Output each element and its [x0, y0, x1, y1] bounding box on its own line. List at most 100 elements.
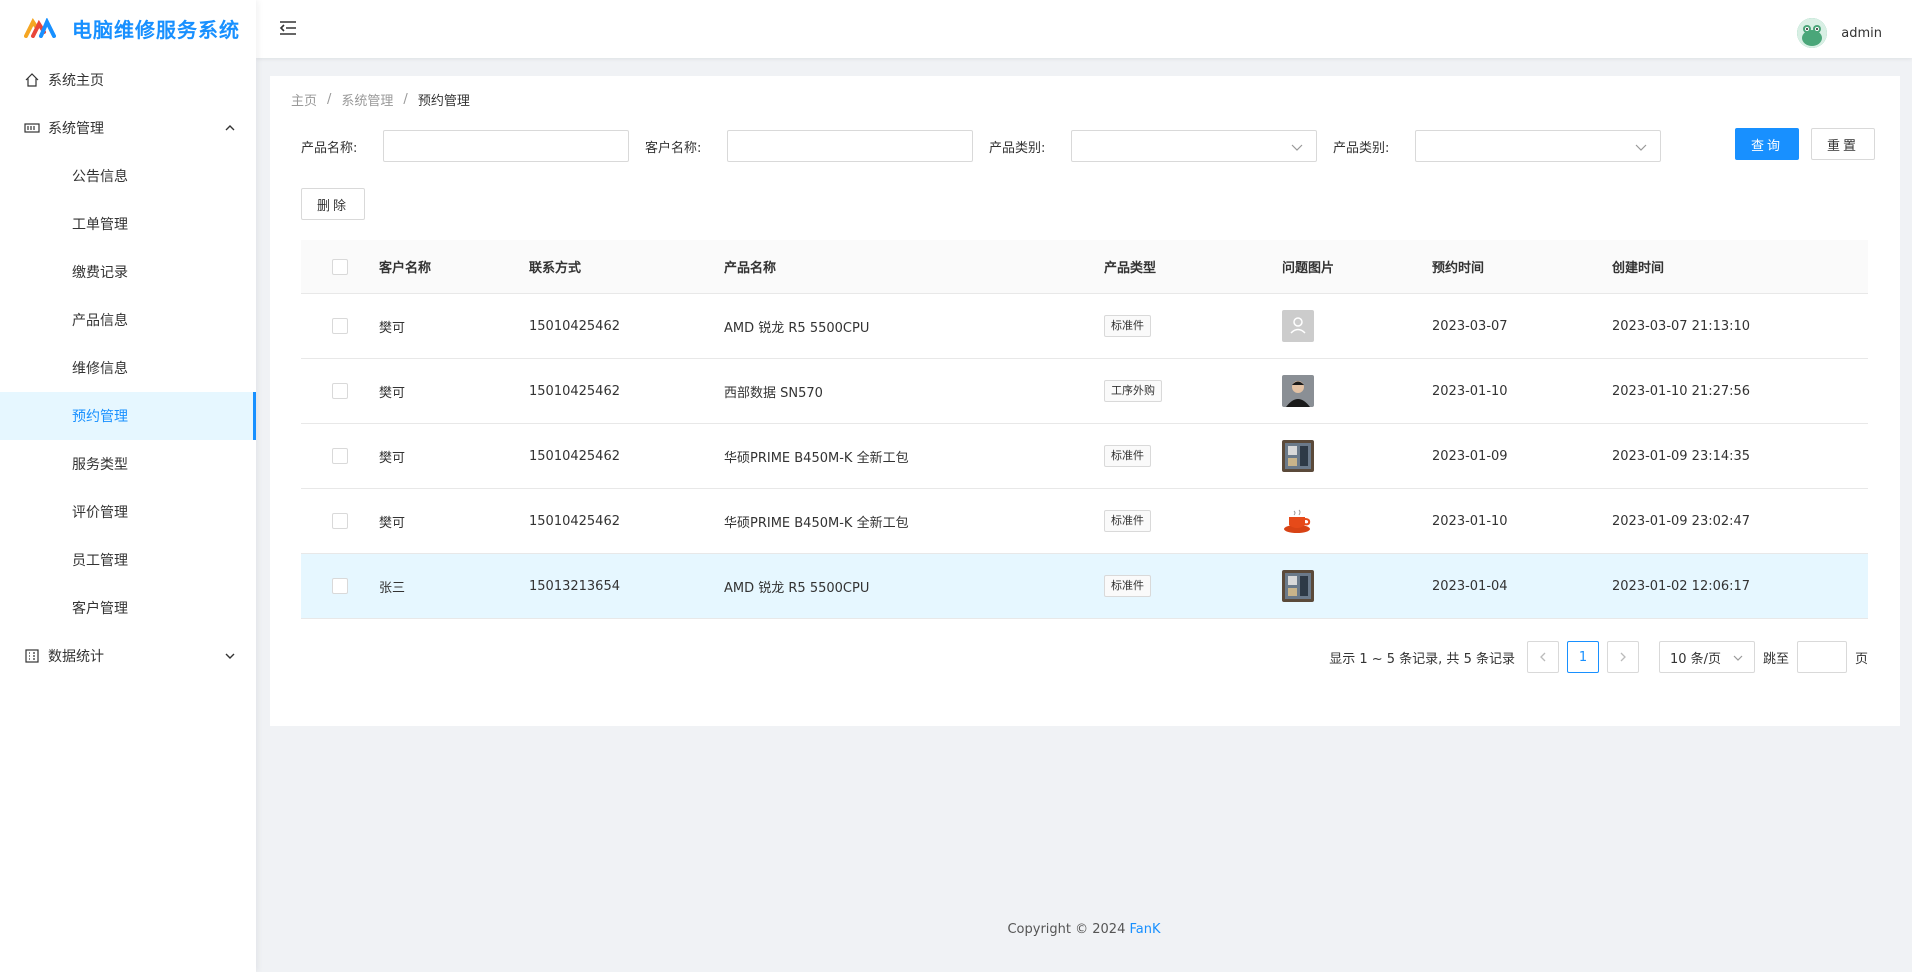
pagination-summary: 显示 1 ~ 5 条记录, 共 5 条记录 [1329, 651, 1515, 667]
table-row[interactable]: 张三 15013213654 AMD 锐龙 R5 5500CPU 标准件 202… [301, 554, 1868, 619]
cell-product: AMD 锐龙 R5 5500CPU [724, 580, 870, 596]
cell-customer: 樊可 [379, 515, 406, 531]
sidebar-item-review[interactable]: 评价管理 [0, 488, 256, 536]
cell-product: 西部数据 SN570 [724, 385, 823, 401]
chevron-down-icon [225, 653, 235, 659]
table-row[interactable]: 樊可 15010425462 西部数据 SN570 工序外购 2023-01-1… [301, 359, 1868, 424]
username[interactable]: admin [1841, 26, 1882, 41]
content-card: 主页 / 系统管理 / 预约管理 产品名称: 客户名称: 产品类别: 产品类别:… [270, 76, 1900, 726]
board-photo-icon[interactable] [1282, 440, 1314, 472]
row-checkbox[interactable] [332, 383, 348, 399]
person-photo-icon[interactable] [1282, 375, 1314, 407]
product-type-label: 产品类别: [989, 140, 1046, 156]
header-booking: 预约时间 [1432, 261, 1485, 276]
row-checkbox[interactable] [332, 513, 348, 529]
sidebar-item-booking[interactable]: 预约管理 [0, 392, 256, 440]
sidebar-item-notice[interactable]: 公告信息 [0, 152, 256, 200]
cell-created: 2023-01-02 12:06:17 [1612, 578, 1751, 594]
menu-fold-icon[interactable] [278, 18, 298, 38]
type-tag: 标准件 [1104, 575, 1151, 597]
home-icon [24, 72, 40, 88]
sidebar-item-staff[interactable]: 员工管理 [0, 536, 256, 584]
page-suffix: 页 [1854, 651, 1868, 667]
breadcrumb-home[interactable]: 主页 [291, 90, 317, 109]
cell-product: 华硕PRIME B450M-K 全新工包 [724, 515, 909, 531]
table-row[interactable]: 樊可 15010425462 华硕PRIME B450M-K 全新工包 标准件 … [301, 489, 1868, 554]
top-header: admin [256, 0, 1912, 58]
cell-phone: 15013213654 [529, 578, 620, 594]
chevron-down-icon [1733, 655, 1743, 661]
header-created: 创建时间 [1612, 261, 1665, 276]
cell-created: 2023-01-09 23:14:35 [1612, 448, 1751, 464]
pagination: 显示 1 ~ 5 条记录, 共 5 条记录 1 10 条/页 跳至 页 [1329, 641, 1868, 673]
delete-button[interactable]: 删除 [301, 188, 365, 220]
stats-icon [24, 648, 40, 664]
breadcrumb-parent[interactable]: 系统管理 [341, 90, 393, 109]
avatar[interactable] [1797, 18, 1828, 48]
logo: 电脑维修服务系统 [0, 0, 256, 56]
menu-item-home-label: 系统主页 [48, 73, 104, 89]
header-product: 产品名称 [724, 261, 777, 276]
menu-item-system-label: 系统管理 [48, 121, 104, 137]
sidebar-item-label: 评价管理 [72, 505, 128, 521]
sidebar-item-label: 公告信息 [72, 169, 128, 185]
product-type-select-2[interactable] [1415, 130, 1661, 162]
cell-customer: 张三 [379, 580, 406, 596]
page-size-select[interactable]: 10 条/页 [1658, 641, 1755, 673]
system-icon [24, 120, 40, 136]
breadcrumb-separator: / [327, 92, 332, 107]
type-tag: 标准件 [1104, 315, 1151, 337]
page-button[interactable]: 1 [1566, 641, 1599, 673]
reset-button[interactable]: 重置 [1811, 128, 1875, 160]
table-row[interactable]: 樊可 15010425462 AMD 锐龙 R5 5500CPU 标准件 202… [301, 294, 1868, 359]
placeholder-user-icon[interactable] [1282, 310, 1314, 342]
cell-customer: 樊可 [379, 385, 406, 401]
next-page-button[interactable] [1606, 641, 1639, 673]
cell-booking: 2023-01-10 [1432, 383, 1508, 399]
product-type-label-2: 产品类别: [1333, 140, 1390, 156]
customer-name-input[interactable] [727, 130, 973, 162]
sidebar-item-service-type[interactable]: 服务类型 [0, 440, 256, 488]
booking-table: 客户名称 联系方式 产品名称 产品类型 问题图片 预约时间 创建时间 樊可 15… [301, 240, 1868, 619]
cell-product: AMD 锐龙 R5 5500CPU [724, 320, 870, 336]
chevron-right-icon [1620, 652, 1626, 662]
board-photo-icon[interactable] [1282, 570, 1314, 602]
coffee-cup-photo-icon[interactable] [1282, 505, 1314, 537]
user-menu[interactable]: admin [1797, 18, 1882, 48]
menu-item-stats[interactable]: 数据统计 [0, 632, 256, 680]
cell-phone: 15010425462 [529, 383, 620, 399]
row-checkbox[interactable] [332, 448, 348, 464]
prev-page-button[interactable] [1526, 641, 1559, 673]
type-tag: 标准件 [1104, 445, 1151, 467]
breadcrumb: 主页 / 系统管理 / 预约管理 [291, 90, 470, 109]
header-phone: 联系方式 [529, 261, 582, 276]
table-row[interactable]: 樊可 15010425462 华硕PRIME B450M-K 全新工包 标准件 … [301, 424, 1868, 489]
table-header: 客户名称 联系方式 产品名称 产品类型 问题图片 预约时间 创建时间 [301, 240, 1868, 294]
search-button[interactable]: 查询 [1735, 128, 1799, 160]
jump-page-input[interactable] [1796, 641, 1847, 673]
sidebar-item-label: 工单管理 [72, 217, 128, 233]
brand-link[interactable]: FanK [1130, 922, 1161, 937]
customer-name-label: 客户名称: [645, 140, 702, 156]
sidebar-item-label: 员工管理 [72, 553, 128, 569]
sidebar-item-label: 服务类型 [72, 457, 128, 473]
menu-item-home[interactable]: 系统主页 [0, 56, 256, 104]
product-name-input[interactable] [383, 130, 629, 162]
sidebar-item-label: 预约管理 [72, 409, 128, 425]
row-checkbox[interactable] [332, 578, 348, 594]
sidebar-item-payment[interactable]: 缴费记录 [0, 248, 256, 296]
select-all-checkbox[interactable] [332, 258, 348, 275]
sidebar-item-workorder[interactable]: 工单管理 [0, 200, 256, 248]
sidebar-item-label: 缴费记录 [72, 265, 128, 281]
sidebar-item-product[interactable]: 产品信息 [0, 296, 256, 344]
sidebar-item-repair[interactable]: 维修信息 [0, 344, 256, 392]
cell-phone: 15010425462 [529, 318, 620, 334]
menu-item-stats-label: 数据统计 [48, 649, 104, 665]
app-title: 电脑维修服务系统 [72, 17, 240, 42]
product-type-select[interactable] [1071, 130, 1317, 162]
breadcrumb-separator: / [403, 92, 408, 107]
menu-item-system[interactable]: 系统管理 [0, 104, 256, 152]
chevron-down-icon [1635, 144, 1647, 151]
row-checkbox[interactable] [332, 318, 348, 334]
sidebar-item-customer[interactable]: 客户管理 [0, 584, 256, 632]
